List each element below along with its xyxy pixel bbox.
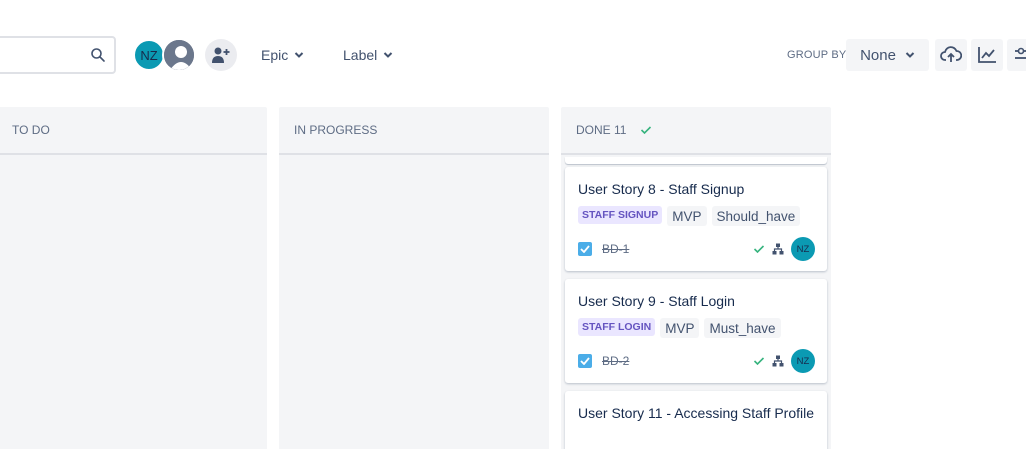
check-icon xyxy=(641,126,652,135)
column-in-progress: IN PROGRESS xyxy=(279,107,549,449)
add-people-button[interactable] xyxy=(205,39,237,71)
search-icon[interactable] xyxy=(90,47,106,63)
hierarchy-icon xyxy=(772,355,784,367)
chart-icon xyxy=(978,47,996,63)
column-todo: TO DO xyxy=(0,107,267,449)
avatar-initials: NZ xyxy=(140,47,158,63)
epic-filter-label: Epic xyxy=(261,47,289,63)
chevron-down-icon xyxy=(905,52,915,58)
label-tag: Must_have xyxy=(704,318,781,338)
cloud-upload-icon xyxy=(940,46,962,62)
issue-key[interactable]: BD-2 xyxy=(602,354,629,368)
assignee-avatar[interactable]: NZ xyxy=(791,237,815,261)
insights-button[interactable] xyxy=(971,39,1003,71)
group-by-label: GROUP BY xyxy=(787,49,847,61)
group-by-value: None xyxy=(860,46,896,64)
done-check-icon xyxy=(753,357,765,366)
chevron-down-icon xyxy=(295,52,304,58)
issue-card[interactable]: User Story 11 - Accessing Staff Profile xyxy=(565,391,827,449)
issue-card[interactable]: User Story 9 - Staff Login STAFF LOGIN M… xyxy=(565,279,827,383)
column-title: TO DO xyxy=(12,123,50,137)
epic-tag: STAFF LOGIN xyxy=(578,318,656,336)
done-check-icon xyxy=(753,245,765,254)
issue-card-partial[interactable] xyxy=(565,157,827,164)
column-header: DONE 11 xyxy=(561,107,831,155)
card-footer: BD-2 NZ xyxy=(578,349,815,373)
card-tags: STAFF SIGNUP MVP Should_have xyxy=(578,206,815,226)
issue-key[interactable]: BD-1 xyxy=(602,242,629,256)
column-title: IN PROGRESS xyxy=(294,123,378,137)
search-input[interactable] xyxy=(0,36,116,74)
card-title: User Story 8 - Staff Signup xyxy=(578,181,745,197)
chevron-down-icon xyxy=(384,52,393,58)
epic-filter[interactable]: Epic xyxy=(257,40,308,70)
label-tag: Should_have xyxy=(711,206,801,226)
card-footer: BD-1 NZ xyxy=(578,237,815,261)
card-title: User Story 11 - Accessing Staff Profile xyxy=(578,405,815,421)
assignee-avatar[interactable]: NZ xyxy=(791,349,815,373)
add-person-icon xyxy=(212,47,230,63)
column-done: DONE 11 User Story 8 - Staff Signup STAF… xyxy=(561,107,831,449)
release-button[interactable] xyxy=(935,39,967,71)
epic-tag: STAFF SIGNUP xyxy=(578,206,663,224)
story-type-icon xyxy=(578,242,592,256)
avatar[interactable]: NZ xyxy=(133,39,165,71)
column-header: IN PROGRESS xyxy=(279,107,549,155)
column-header: TO DO xyxy=(0,107,267,155)
group-by-select[interactable]: None xyxy=(846,39,929,71)
user-icon xyxy=(164,40,194,70)
label-filter-label: Label xyxy=(343,47,378,63)
label-filter[interactable]: Label xyxy=(339,40,397,70)
default-user-avatar[interactable] xyxy=(162,38,196,72)
card-title: User Story 9 - Staff Login xyxy=(578,293,735,309)
column-title: DONE 11 xyxy=(576,123,627,137)
card-tags: STAFF LOGIN MVP Must_have xyxy=(578,318,815,338)
hierarchy-icon xyxy=(772,243,784,255)
sliders-icon xyxy=(1015,47,1026,59)
issue-card[interactable]: User Story 8 - Staff Signup STAFF SIGNUP… xyxy=(565,167,827,271)
view-settings-button[interactable] xyxy=(1007,39,1026,71)
label-tag: MVP xyxy=(660,318,700,338)
label-tag: MVP xyxy=(667,206,707,226)
story-type-icon xyxy=(578,354,592,368)
